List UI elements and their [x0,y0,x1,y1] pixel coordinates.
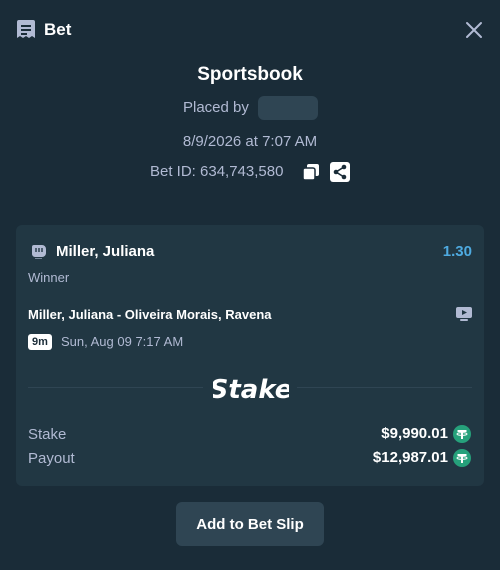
stake-label: Stake [28,426,67,443]
close-icon[interactable] [465,21,483,39]
tether-currency-icon [453,449,471,467]
placed-by-label: Placed by [183,99,249,116]
bet-datetime: 8/9/2026 at 7:07 AM [182,133,318,150]
receipt-icon [17,20,35,38]
hidden-username[interactable] [258,96,318,120]
bet-id-row: Bet ID: 634,743,580 [0,160,500,184]
stake-value: $9,990.01 [381,425,448,442]
add-to-bet-slip-button[interactable]: Add to Bet Slip [176,502,324,546]
market-name: Winner [28,270,70,285]
book-title: Sportsbook [197,64,303,85]
live-stream-icon[interactable] [456,307,472,321]
divider-left [28,387,203,388]
time-to-start-badge: 9m [28,334,52,350]
tether-currency-icon [453,425,471,443]
modal-header: Bet [0,0,500,60]
boxing-glove-icon [32,245,46,259]
event-matchup[interactable]: Miller, Juliana - Oliveira Morais, Raven… [28,306,272,324]
payout-value: $12,987.01 [372,449,448,466]
selection-odds: 1.30 [442,243,472,260]
divider-right [297,387,472,388]
share-icon[interactable] [330,162,350,182]
copy-icon[interactable] [302,163,320,181]
selection-player: Miller, Juliana [56,243,155,260]
bet-id: Bet ID: 634,743,580 [150,163,284,180]
placed-by-row: Placed by [0,96,500,120]
bet-card: Miller, Juliana 1.30 Winner Miller, Juli… [16,225,484,486]
event-start-time: Sun, Aug 09 7:17 AM [61,334,184,349]
payout-label: Payout [28,450,75,467]
svg-text:Stake: Stake [213,375,289,405]
modal-title: Bet [44,20,72,39]
stake-logo: Stake [213,375,289,405]
